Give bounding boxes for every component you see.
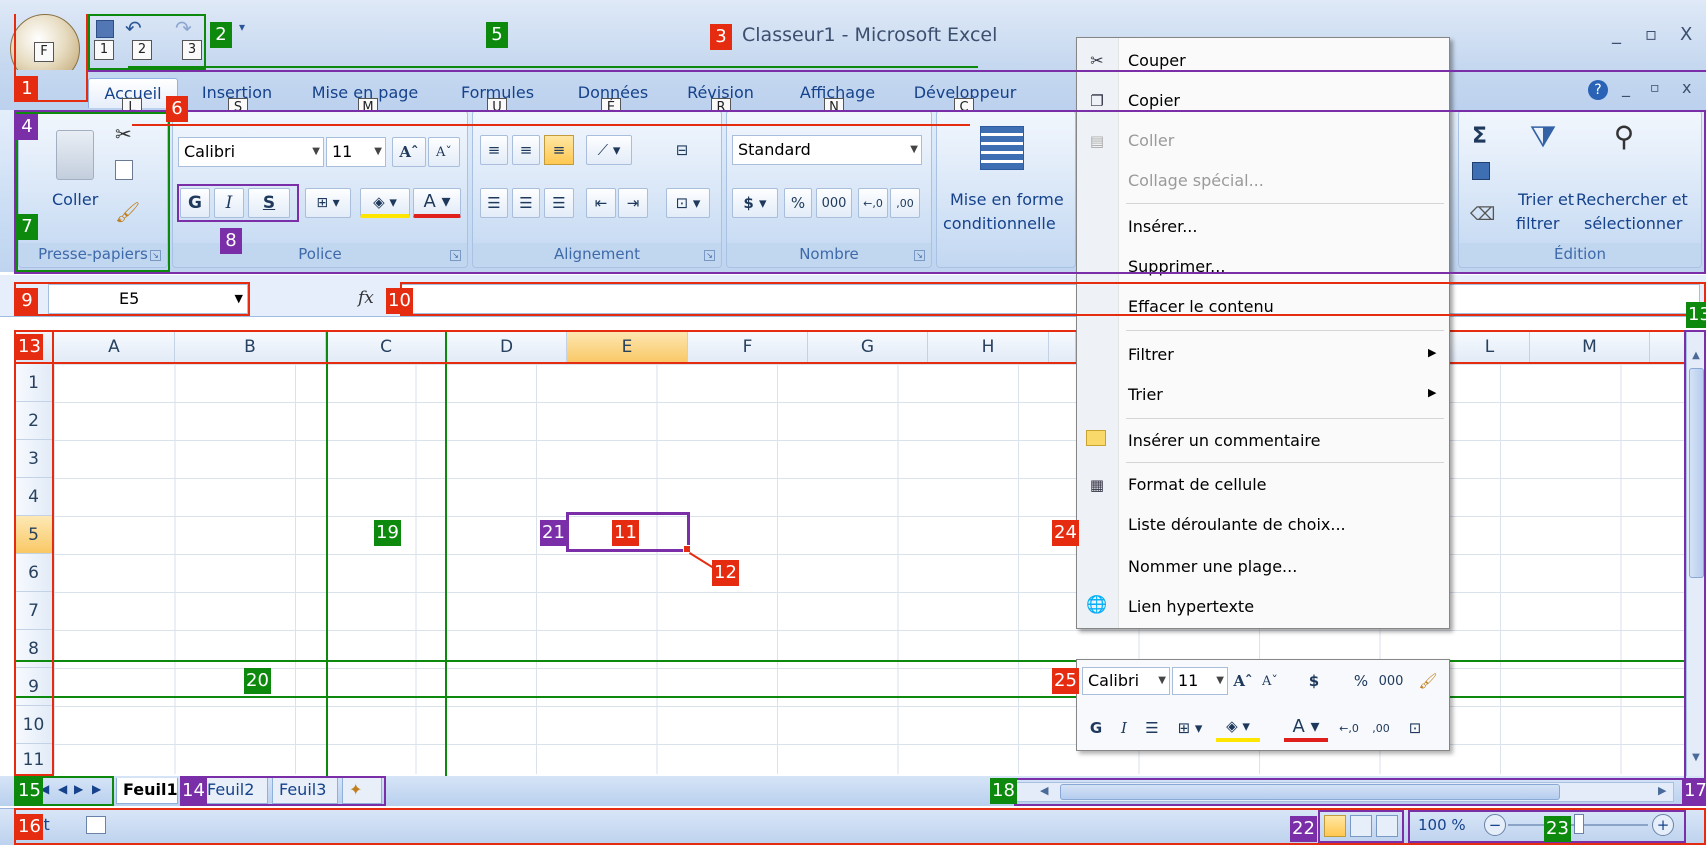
quick-access-outline	[88, 14, 206, 70]
overlay-label-17: 17	[1682, 778, 1706, 804]
hyperlink-icon: 🌐	[1086, 595, 1108, 615]
close-window-button[interactable]: X	[1680, 24, 1692, 45]
menu-separator	[1126, 462, 1444, 463]
comment-icon	[1086, 430, 1106, 446]
fx-icon[interactable]: fx	[358, 288, 374, 308]
mini-borders-button[interactable]: ⊞ ▾	[1168, 714, 1212, 742]
menu-item-liste-deroulante[interactable]: Liste déroulante de choix...	[1128, 510, 1346, 540]
menu-item-inserer-commentaire[interactable]: Insérer un commentaire	[1128, 426, 1320, 456]
menu-item-nommer-plage[interactable]: Nommer une plage...	[1128, 552, 1297, 582]
mini-thousands-button[interactable]: 000	[1374, 667, 1408, 695]
overlay-label-23: 23	[1544, 816, 1571, 842]
overlay-label-7: 7	[16, 214, 38, 240]
tabs-outline	[88, 70, 1706, 110]
submenu-arrow-icon: ▶	[1428, 386, 1437, 399]
mini-italic-button[interactable]: I	[1112, 714, 1136, 742]
format-cells-icon: ▦	[1089, 476, 1105, 494]
vscroll-outline	[1684, 330, 1706, 782]
overlay-label-25: 25	[1052, 668, 1079, 694]
overlay-label-21: 21	[540, 520, 567, 546]
mini-shrink-font-button[interactable]: Aˇ	[1258, 667, 1282, 695]
maximize-window-button[interactable]: ▫	[1645, 24, 1657, 45]
clipboard-outline	[16, 112, 170, 272]
name-box-outline	[14, 282, 250, 316]
overlay-label-10: 10	[386, 288, 413, 314]
overlay-label-16: 16	[16, 814, 43, 840]
mini-size-value: 11	[1178, 671, 1199, 690]
overlay-label-14: 14	[180, 778, 207, 804]
overlay-label-24: 24	[1052, 520, 1079, 546]
window-title: Classeur1 - Microsoft Excel	[742, 24, 998, 46]
overlay-label-18: 18	[990, 778, 1017, 804]
overlay-label-11: 11	[612, 520, 639, 546]
overlay-label-9: 9	[16, 288, 38, 314]
overlay-label-4: 4	[16, 114, 38, 140]
menu-item-trier[interactable]: Trier	[1128, 380, 1163, 410]
customize-qat-icon[interactable]: ▾	[239, 20, 253, 34]
overlay-label-8: 8	[220, 228, 242, 254]
overlay-label-13: 13	[16, 334, 43, 360]
mini-decrease-decimal-button[interactable]: ,00	[1366, 714, 1396, 742]
row-headers-outline	[14, 330, 54, 776]
mini-increase-decimal-button[interactable]: ←,0	[1334, 714, 1364, 742]
keytips-bracket	[132, 124, 970, 126]
submenu-arrow-icon: ▶	[1428, 346, 1437, 359]
mini-bold-button[interactable]: G	[1084, 714, 1108, 742]
mini-merge-button[interactable]: ⊡	[1400, 714, 1430, 742]
overlay-label-2: 2	[210, 22, 232, 48]
overlay-label-6: 6	[166, 96, 188, 122]
sheet-tab-feuil1[interactable]: Feuil1	[116, 778, 178, 804]
menu-item-filtrer[interactable]: Filtrer	[1128, 340, 1174, 370]
menu-separator	[1126, 418, 1444, 419]
overlay-label-20: 20	[244, 668, 271, 694]
formula-bar-outline	[400, 282, 1706, 316]
mini-font-combo[interactable]: Calibri ▼	[1082, 667, 1170, 695]
overlay-label-1: 1	[16, 76, 38, 102]
column-c-highlight	[326, 330, 447, 776]
mini-center-button[interactable]: ☰	[1140, 714, 1164, 742]
tabs-bracket	[128, 66, 978, 68]
mini-grow-font-button[interactable]: Aˆ	[1230, 667, 1256, 695]
view-buttons-outline	[1318, 810, 1404, 843]
minimize-window-button[interactable]: _	[1612, 24, 1621, 45]
font-buttons-outline	[177, 184, 299, 222]
scissors-icon: ✂	[1090, 51, 1104, 70]
mini-font-color-button[interactable]: A ▾	[1284, 714, 1328, 742]
mini-fill-color-button[interactable]: ◈ ▾	[1216, 714, 1260, 742]
overlay-label-12: 12	[712, 560, 739, 586]
sheet-tabs-outline	[180, 776, 386, 806]
overlay-label-5: 5	[486, 22, 508, 48]
overlay-label-15: 15	[16, 778, 43, 804]
overlay-label-19: 19	[374, 520, 401, 546]
mini-currency-button[interactable]: $	[1304, 667, 1324, 695]
mini-percent-button[interactable]: %	[1350, 667, 1372, 695]
menu-separator	[1126, 330, 1444, 331]
overlay-label-22: 22	[1290, 816, 1317, 842]
hscroll-outline	[1014, 778, 1706, 806]
mini-size-combo[interactable]: 11 ▼	[1172, 667, 1228, 695]
mini-font-value: Calibri	[1088, 671, 1140, 690]
mini-format-painter-icon[interactable]: 🖌	[1414, 667, 1442, 695]
overlay-label-13-right: 13	[1686, 302, 1706, 328]
menu-item-format-cellule[interactable]: Format de cellule	[1128, 470, 1267, 500]
menu-item-lien-hypertexte[interactable]: Lien hypertexte	[1128, 592, 1254, 622]
overlay-label-3: 3	[710, 24, 732, 50]
